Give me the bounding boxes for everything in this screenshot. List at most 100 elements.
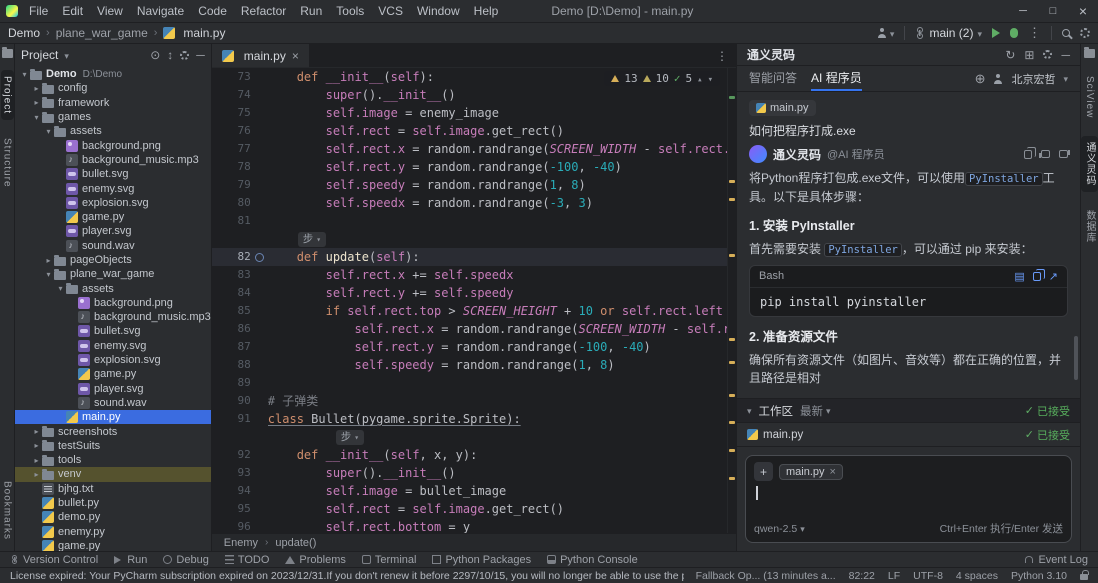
code-text[interactable]: self.rect.y = random.randrange(-100, -40… — [268, 338, 736, 356]
code-text[interactable]: self.rect.bottom = y — [268, 518, 736, 533]
thumbs-down-icon[interactable] — [1059, 150, 1068, 158]
gutter[interactable]: 95 — [212, 500, 268, 518]
chevron-icon[interactable]: ▸ — [31, 84, 42, 93]
chat-scrollbar[interactable] — [1074, 336, 1078, 380]
gutter[interactable]: 85 — [212, 302, 268, 320]
tree-item[interactable]: bjhg.txt — [15, 482, 211, 496]
gutter[interactable]: 96 — [212, 518, 268, 533]
tree-item[interactable]: main.py — [15, 410, 211, 424]
caret-position[interactable]: 82:22 — [849, 570, 875, 582]
status-tool-button[interactable]: TODO — [225, 554, 270, 566]
chat-input-card[interactable]: main.py qwen-2.5 Ctrl+Enter 执行/Enter 发送 — [745, 455, 1072, 543]
status-tool-button[interactable]: Version Control — [10, 554, 98, 566]
locate-file-icon[interactable] — [150, 48, 160, 62]
tree-item[interactable]: game.py — [15, 367, 211, 381]
tree-item[interactable]: bullet.py — [15, 496, 211, 510]
menu-item[interactable]: Help — [467, 4, 506, 18]
more-actions-icon[interactable] — [1028, 25, 1041, 41]
status-tool-button[interactable]: Python Console — [547, 554, 638, 566]
menu-item[interactable]: VCS — [371, 4, 410, 18]
tree-item[interactable]: ▾assets — [15, 124, 211, 138]
gutter[interactable]: 74 — [212, 86, 268, 104]
ai-settings-icon[interactable] — [1043, 50, 1052, 59]
tool-window-button[interactable]: Project — [1, 70, 14, 120]
history-icon[interactable] — [1005, 48, 1015, 62]
chevron-icon[interactable]: ▾ — [43, 127, 54, 136]
code-text[interactable]: self.rect = self.image.get_rect() — [268, 122, 736, 140]
chevron-icon[interactable]: ▸ — [43, 256, 54, 265]
tree-item[interactable]: explosion.svg — [15, 196, 211, 210]
new-chat-icon[interactable] — [1024, 48, 1034, 62]
code-text[interactable]: self.speedy = random.randrange(1, 8) — [268, 176, 736, 194]
gutter[interactable]: 93 — [212, 464, 268, 482]
chevron-icon[interactable]: ▸ — [31, 98, 42, 107]
add-session-icon[interactable] — [975, 71, 986, 87]
close-tab-icon[interactable] — [292, 49, 299, 63]
expand-collapse-icon[interactable] — [167, 48, 173, 62]
workspace-filter[interactable]: 最新 — [800, 403, 831, 419]
inspections-widget[interactable]: 13 10 5 — [604, 71, 720, 86]
tree-item[interactable]: background_music.mp3 — [15, 153, 211, 167]
chevron-down-icon[interactable] — [64, 48, 69, 62]
status-tool-button[interactable]: Terminal — [362, 554, 417, 566]
account-name[interactable]: 北京宏哲 — [1011, 71, 1055, 87]
python-interpreter[interactable]: Python 3.10 — [1011, 570, 1067, 582]
gutter[interactable]: 91 — [212, 410, 268, 428]
search-icon[interactable] — [1062, 29, 1070, 37]
tree-item[interactable]: background.png — [15, 296, 211, 310]
code-text[interactable]: def __init__(self, x, y): — [268, 446, 736, 464]
tree-item[interactable]: enemy.svg — [15, 339, 211, 353]
tree-item[interactable]: bullet.svg — [15, 167, 211, 181]
gutter[interactable]: 94 — [212, 482, 268, 500]
tree-item[interactable]: player.svg — [15, 224, 211, 238]
menu-item[interactable]: Window — [410, 4, 467, 18]
notifications-tool-icon[interactable] — [1084, 49, 1095, 58]
chevron-icon[interactable]: ▸ — [31, 470, 42, 479]
menu-item[interactable]: Run — [293, 4, 329, 18]
menu-item[interactable]: Navigate — [130, 4, 191, 18]
menu-item[interactable]: Tools — [329, 4, 371, 18]
breadcrumb-item[interactable]: main.py — [163, 26, 225, 40]
menu-item[interactable]: Code — [191, 4, 234, 18]
copy-code-icon[interactable] — [1033, 272, 1041, 281]
chevron-icon[interactable]: ▾ — [19, 70, 30, 79]
gutter[interactable]: 87 — [212, 338, 268, 356]
code-text[interactable]: self.speedy = random.randrange(1, 8) — [268, 356, 736, 374]
gutter[interactable]: 84 — [212, 284, 268, 302]
expand-code-icon[interactable] — [1049, 270, 1058, 283]
code-text[interactable]: self.rect = self.image.get_rect() — [268, 500, 736, 518]
tree-item[interactable]: background_music.mp3 — [15, 310, 211, 324]
tree-item[interactable]: ▾DemoD:\Demo — [15, 67, 211, 81]
insert-code-icon[interactable] — [1014, 270, 1024, 283]
add-context-button[interactable] — [754, 462, 773, 481]
tree-item[interactable]: enemy.svg — [15, 181, 211, 195]
workspace-file-row[interactable]: main.py 已接受 — [737, 422, 1080, 446]
tree-item[interactable]: game.py — [15, 210, 211, 224]
context-file-chip[interactable]: main.py — [749, 100, 816, 116]
copy-icon[interactable] — [1024, 150, 1032, 159]
code-text[interactable]: self.speedx = random.randrange(-3, 3) — [268, 194, 736, 212]
tree-item[interactable]: enemy.py — [15, 525, 211, 539]
workspace-bar[interactable]: 工作区 最新 已接受 — [737, 398, 1080, 422]
tree-item[interactable]: bullet.svg — [15, 324, 211, 338]
file-encoding[interactable]: UTF-8 — [913, 570, 943, 582]
tree-item[interactable]: sound.wav — [15, 239, 211, 253]
tree-item[interactable]: ▾games — [15, 110, 211, 124]
model-selector[interactable]: qwen-2.5 — [754, 523, 805, 535]
gutter[interactable]: 78 — [212, 158, 268, 176]
breadcrumb-item[interactable]: Demo — [8, 26, 40, 40]
code-text[interactable]: super().__init__() — [268, 86, 736, 104]
editor-tab-main-py[interactable]: main.py — [212, 44, 309, 67]
tree-item[interactable]: ▸framework — [15, 96, 211, 110]
chevron-icon[interactable]: ▸ — [31, 427, 42, 436]
breadcrumb-item[interactable]: plane_war_game — [56, 26, 148, 40]
code-text[interactable]: super().__init__() — [268, 464, 736, 482]
code-text[interactable]: self.rect.x += self.speedx — [268, 266, 736, 284]
status-tool-button[interactable]: Run — [114, 554, 147, 566]
chevron-icon[interactable]: ▸ — [31, 456, 42, 465]
read-lock-icon[interactable] — [1080, 574, 1088, 580]
close-button[interactable] — [1068, 0, 1098, 22]
breadcrumb-method[interactable]: update() — [275, 537, 316, 549]
code-text[interactable]: def update(self): — [268, 248, 736, 266]
gutter[interactable]: 81 — [212, 212, 268, 230]
